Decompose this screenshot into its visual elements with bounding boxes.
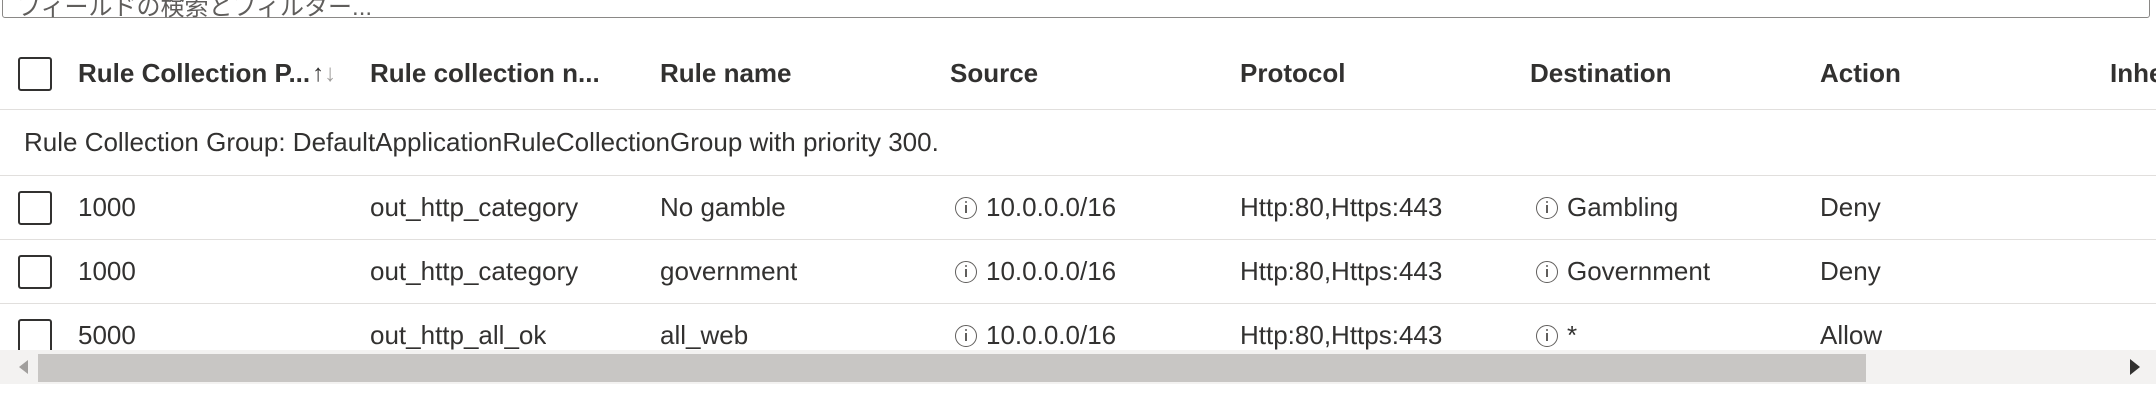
collection-name-cell: out_http_category: [370, 192, 579, 222]
scroll-left-arrow-icon[interactable]: [8, 350, 38, 384]
scrollbar-thumb[interactable]: [38, 354, 1866, 382]
column-header-inherited-label: Inhe: [2110, 58, 2156, 88]
protocol-cell: Http:80,Https:443: [1240, 256, 1443, 286]
column-header-destination-label: Destination: [1530, 58, 1672, 88]
source-value: 10.0.0.0/16: [986, 256, 1117, 286]
table-header-row: Rule Collection P... ↑↓ Rule collection …: [0, 38, 2156, 110]
collection-name-cell: out_http_category: [370, 256, 579, 286]
action-cell: Allow: [1820, 320, 1883, 350]
source-cell: 10.0.0.0/16: [955, 176, 1116, 239]
destination-value: Government: [1567, 256, 1711, 286]
column-header-protocol-label: Protocol: [1240, 58, 1346, 88]
column-header-source-label: Source: [950, 58, 1039, 88]
scroll-right-arrow-icon[interactable]: [2120, 350, 2150, 384]
info-icon[interactable]: [955, 196, 977, 219]
info-icon[interactable]: [955, 260, 977, 283]
column-header-collection-name[interactable]: Rule collection n...: [370, 38, 600, 109]
protocol-cell: Http:80,Https:443: [1240, 320, 1443, 350]
priority-cell: 1000: [78, 256, 136, 286]
rule-name-cell: all_web: [660, 320, 749, 350]
priority-cell: 1000: [78, 192, 136, 222]
destination-value: Gambling: [1567, 192, 1679, 222]
destination-value: *: [1567, 320, 1578, 350]
rule-collection-group-row[interactable]: Rule Collection Group: DefaultApplicatio…: [0, 110, 2156, 176]
destination-cell: Gambling: [1536, 176, 1678, 239]
priority-cell: 5000: [78, 320, 136, 350]
rule-name-cell: No gamble: [660, 192, 786, 222]
row-checkbox[interactable]: [18, 318, 52, 353]
rule-collection-group-label: Rule Collection Group: DefaultApplicatio…: [24, 127, 939, 157]
table-row[interactable]: 1000 out_http_category No gamble 10.0.0.…: [0, 176, 2156, 240]
source-value: 10.0.0.0/16: [986, 320, 1117, 350]
column-header-rule-name[interactable]: Rule name: [660, 38, 792, 109]
rules-grid-view: フィールドの検索とフィルター... Rule Collection P... ↑…: [0, 0, 2156, 404]
column-header-priority[interactable]: Rule Collection P... ↑↓: [78, 38, 336, 109]
rule-name-cell: government: [660, 256, 798, 286]
column-header-destination[interactable]: Destination: [1530, 38, 1672, 109]
column-header-inherited[interactable]: Inhe: [2110, 38, 2156, 109]
column-header-collection-name-label: Rule collection n...: [370, 58, 600, 88]
column-header-rule-name-label: Rule name: [660, 58, 792, 88]
search-filter-placeholder: フィールドの検索とフィルター...: [17, 0, 373, 21]
search-filter-input[interactable]: フィールドの検索とフィルター...: [2, 0, 2150, 21]
table-row[interactable]: 1000 out_http_category government 10.0.0…: [0, 240, 2156, 304]
destination-cell: Government: [1536, 240, 1710, 303]
column-header-action[interactable]: Action: [1820, 38, 1901, 109]
info-icon[interactable]: [1536, 196, 1558, 219]
info-icon[interactable]: [955, 324, 977, 347]
column-header-action-label: Action: [1820, 58, 1901, 88]
column-header-priority-label: Rule Collection P...: [78, 58, 311, 88]
action-cell: Deny: [1820, 192, 1881, 222]
protocol-cell: Http:80,Https:443: [1240, 192, 1443, 222]
collection-name-cell: out_http_all_ok: [370, 320, 547, 350]
rules-table: Rule Collection P... ↑↓ Rule collection …: [0, 38, 2156, 368]
info-icon[interactable]: [1536, 324, 1558, 347]
row-checkbox[interactable]: [18, 190, 52, 225]
column-header-protocol[interactable]: Protocol: [1240, 38, 1345, 109]
select-all-checkbox[interactable]: [18, 56, 52, 91]
action-cell: Deny: [1820, 256, 1881, 286]
source-value: 10.0.0.0/16: [986, 192, 1117, 222]
horizontal-scrollbar[interactable]: [0, 350, 2156, 384]
sort-arrows-icon[interactable]: ↑↓: [312, 60, 336, 88]
row-checkbox[interactable]: [18, 254, 52, 289]
source-cell: 10.0.0.0/16: [955, 240, 1116, 303]
column-header-source[interactable]: Source: [950, 38, 1038, 109]
info-icon[interactable]: [1536, 260, 1558, 283]
